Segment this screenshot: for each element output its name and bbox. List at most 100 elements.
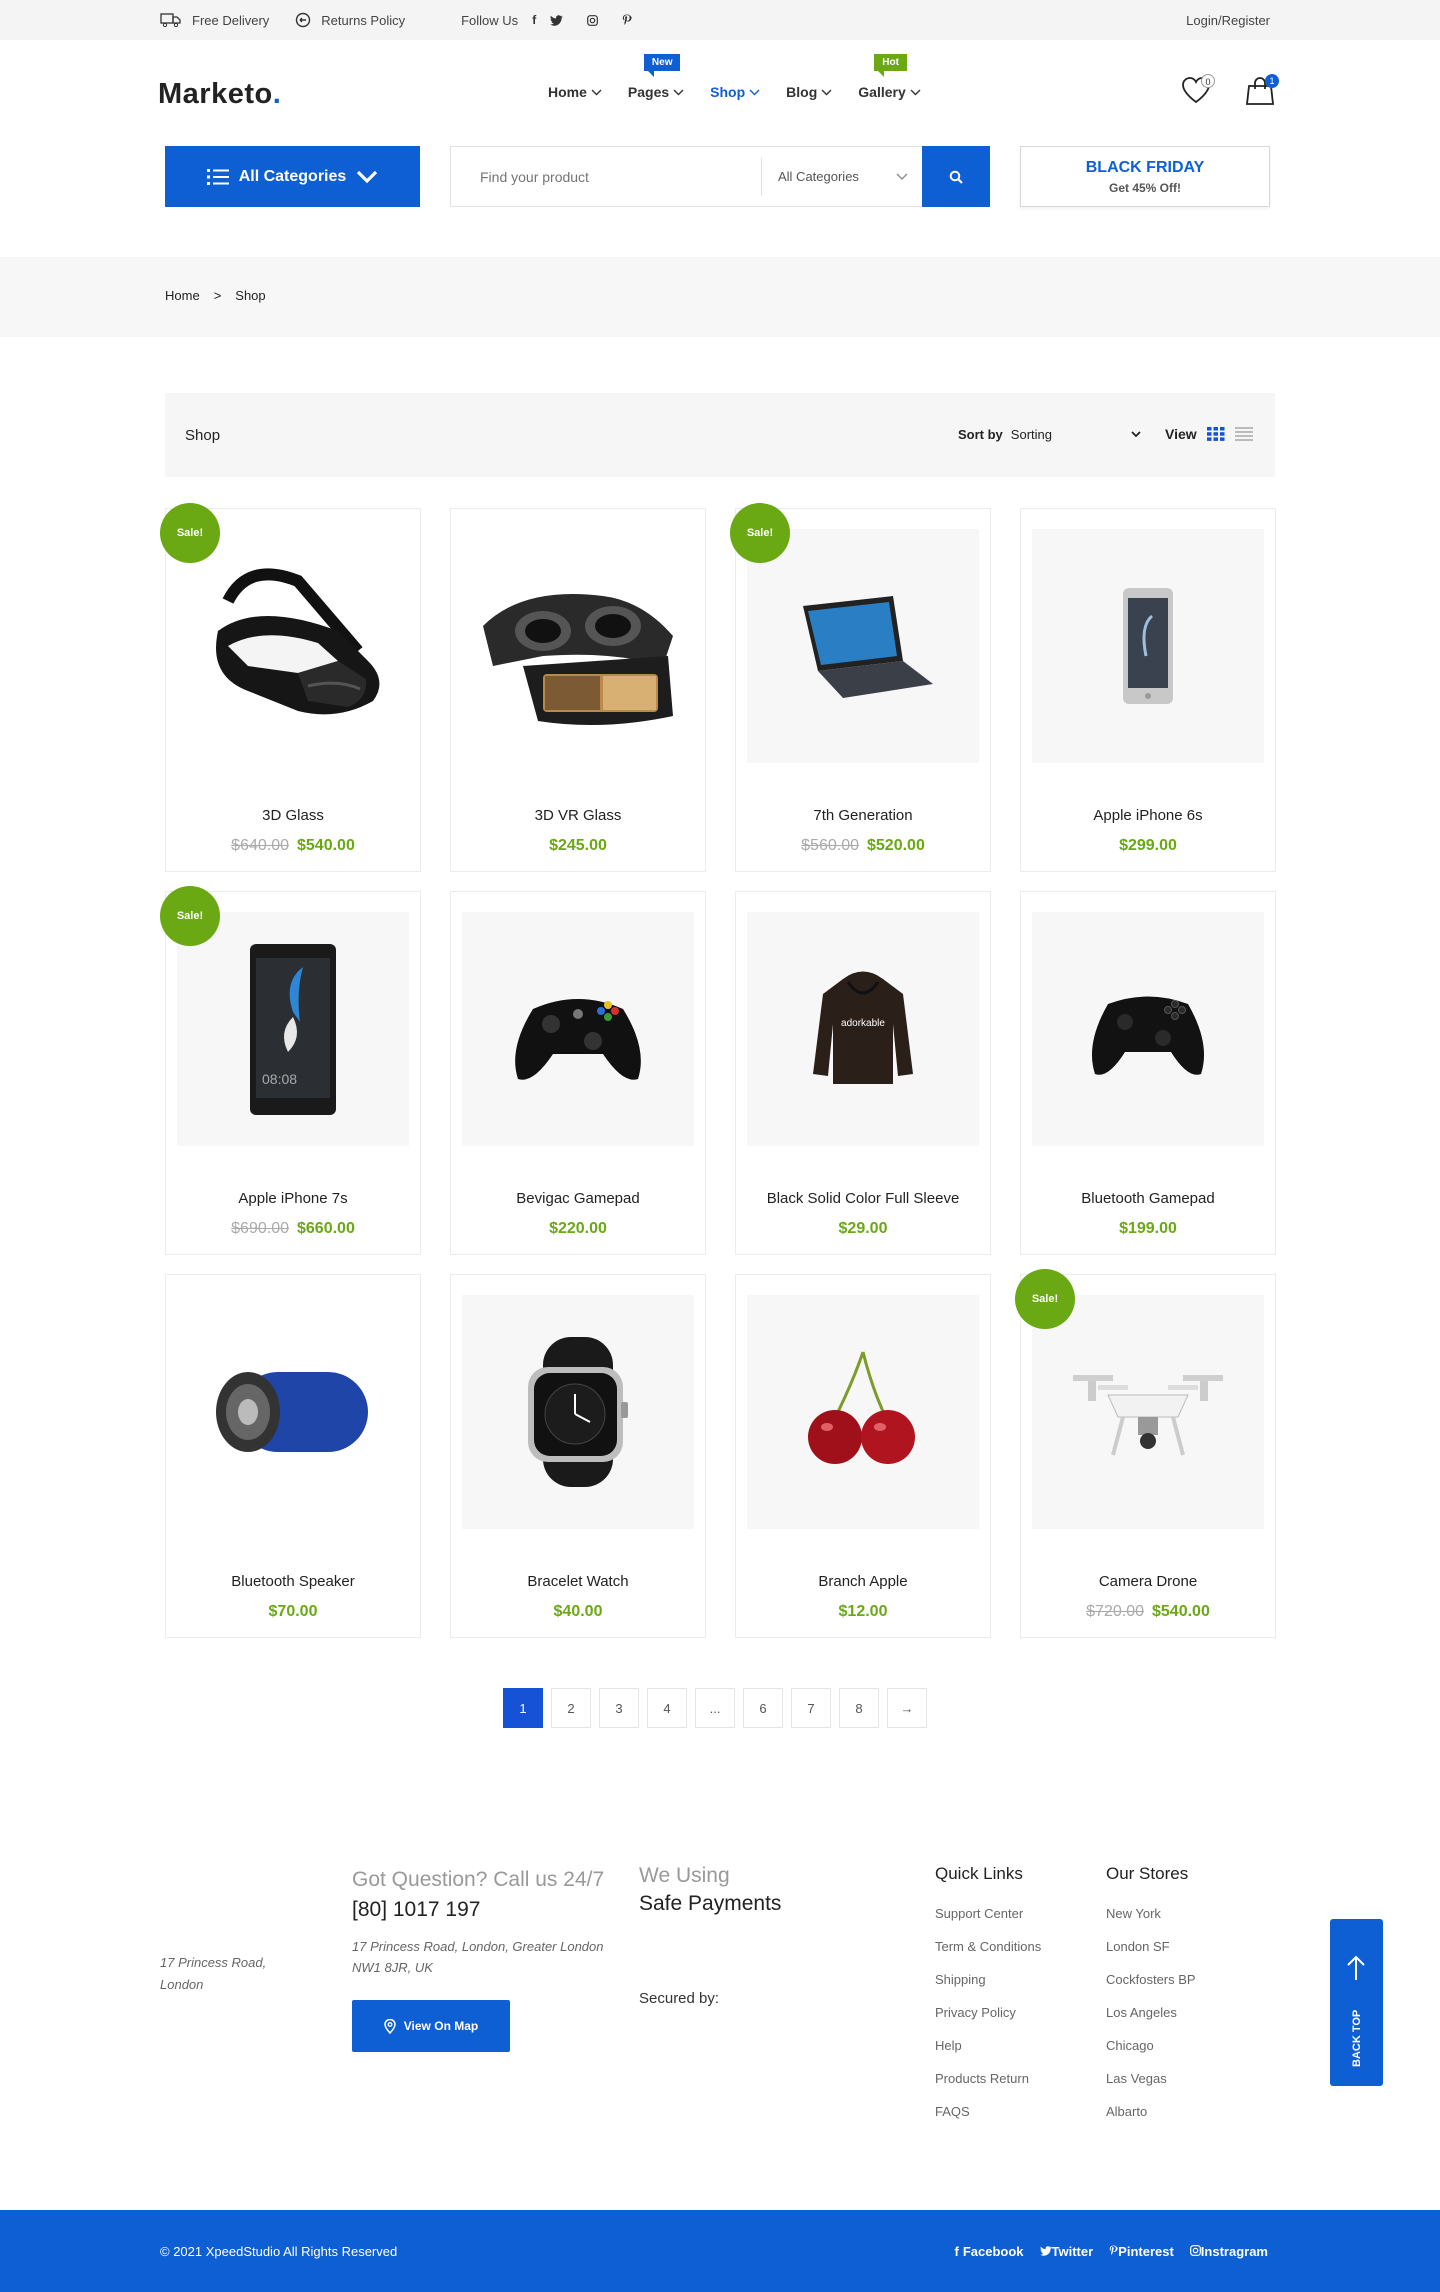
product-name[interactable]: 3D Glass (166, 807, 420, 824)
page-7[interactable]: 7 (791, 1688, 831, 1728)
drone-image (1073, 1375, 1223, 1456)
view-on-map-button[interactable]: View On Map (352, 2000, 510, 2052)
product-name[interactable]: Branch Apple (736, 1573, 990, 1590)
twitter-icon[interactable] (550, 14, 563, 26)
chevron-down-icon (1131, 431, 1141, 438)
store-link[interactable]: Chicago (1106, 2038, 1196, 2071)
product-image[interactable] (462, 912, 694, 1146)
product-image[interactable] (177, 1295, 409, 1529)
product-name[interactable]: Bracelet Watch (451, 1573, 705, 1590)
all-categories-button[interactable]: All Categories (165, 146, 420, 207)
cart-button[interactable]: 1 (1245, 74, 1279, 106)
product-card[interactable]: 7th Generation $560.00 $520.00 (735, 508, 991, 872)
product-old-price: $560.00 (801, 837, 859, 854)
back-to-top-button[interactable]: BACK TOP (1330, 1919, 1383, 2086)
store-link[interactable]: Los Angeles (1106, 2005, 1196, 2038)
nav-shop[interactable]: Shop (710, 84, 760, 100)
product-card[interactable]: 3D Glass $640.00 $540.00 (165, 508, 421, 872)
product-card[interactable]: adorkable Black Solid Color Full Sleeve … (735, 891, 991, 1255)
product-card[interactable]: Bevigac Gamepad $220.00 (450, 891, 706, 1255)
footer-pinterest-link[interactable]: Pinterest (1109, 2244, 1174, 2259)
page-3[interactable]: 3 (599, 1688, 639, 1728)
product-name[interactable]: Apple iPhone 6s (1021, 807, 1275, 824)
pinterest-icon[interactable] (622, 14, 632, 26)
product-name[interactable]: Camera Drone (1021, 1573, 1275, 1590)
product-image[interactable] (1032, 1295, 1264, 1529)
page-8[interactable]: 8 (839, 1688, 879, 1728)
nav-home[interactable]: Home (548, 84, 602, 100)
product-image[interactable] (462, 1295, 694, 1529)
product-image[interactable]: 08:08 (177, 912, 409, 1146)
nav-pages[interactable]: New Pages (628, 54, 684, 100)
free-delivery-link[interactable]: Free Delivery (160, 13, 269, 28)
login-register-link[interactable]: Login/Register (1186, 13, 1270, 28)
store-link[interactable]: Cockfosters BP (1106, 1972, 1196, 2005)
product-image[interactable] (1032, 912, 1264, 1146)
grid-view-icon[interactable] (1206, 427, 1225, 441)
product-card[interactable]: Branch Apple $12.00 (735, 1274, 991, 1638)
product-old-price: $720.00 (1086, 1603, 1144, 1620)
sort-select[interactable]: Sorting (1011, 427, 1141, 442)
search-input[interactable] (451, 147, 761, 206)
product-image[interactable]: adorkable (747, 912, 979, 1146)
store-link[interactable]: Albarto (1106, 2104, 1196, 2137)
quick-link[interactable]: Help (935, 2038, 1041, 2071)
store-link[interactable]: Las Vegas (1106, 2071, 1196, 2104)
category-select[interactable]: All Categories (762, 169, 922, 184)
quick-link[interactable]: Products Return (935, 2071, 1041, 2104)
quick-link[interactable]: FAQS (935, 2104, 1041, 2137)
footer-twitter-link[interactable]: Twitter (1039, 2244, 1093, 2259)
product-card[interactable]: Bluetooth Gamepad $199.00 (1020, 891, 1276, 1255)
site-logo[interactable]: Marketo. (158, 78, 281, 111)
wishlist-button[interactable]: 0 (1181, 74, 1215, 106)
product-name[interactable]: Black Solid Color Full Sleeve (736, 1190, 990, 1207)
product-image[interactable] (747, 529, 979, 763)
footer-phone[interactable]: [80] 1017 197 (352, 1898, 622, 1922)
product-name[interactable]: Apple iPhone 7s (166, 1190, 420, 1207)
product-name[interactable]: Bluetooth Speaker (166, 1573, 420, 1590)
product-card[interactable]: Camera Drone $720.00 $540.00 (1020, 1274, 1276, 1638)
page-2[interactable]: 2 (551, 1688, 591, 1728)
product-card[interactable]: 08:08 Apple iPhone 7s $690.00 $660.00 (165, 891, 421, 1255)
product-card[interactable]: Bracelet Watch $40.00 (450, 1274, 706, 1638)
search-button[interactable] (922, 146, 990, 207)
chevron-down-icon (910, 89, 921, 95)
facebook-icon[interactable]: f (532, 13, 536, 27)
next-page-button[interactable]: → (887, 1688, 927, 1728)
page-6[interactable]: 6 (743, 1688, 783, 1728)
returns-policy-link[interactable]: Returns Policy (295, 12, 405, 28)
nav-blog[interactable]: Blog (786, 84, 832, 100)
quick-link[interactable]: Support Center (935, 1906, 1041, 1939)
product-card[interactable]: Bluetooth Speaker $70.00 (165, 1274, 421, 1638)
black-friday-promo[interactable]: BLACK FRIDAY Get 45% Off! (1020, 146, 1270, 207)
footer-contact: Got Question? Call us 24/7 [80] 1017 197… (352, 1868, 622, 2052)
back-to-top-label: BACK TOP (1351, 2009, 1363, 2067)
page-1[interactable]: 1 (503, 1688, 543, 1728)
product-name[interactable]: Bluetooth Gamepad (1021, 1190, 1275, 1207)
list-view-icon[interactable] (1234, 427, 1253, 441)
secured-by-label: Secured by: (639, 1990, 720, 2007)
product-image[interactable] (177, 529, 409, 763)
category-select-value: All Categories (778, 169, 859, 184)
quick-link[interactable]: Term & Conditions (935, 1939, 1041, 1972)
search-form: All Categories (450, 146, 990, 207)
quick-link[interactable]: Privacy Policy (935, 2005, 1041, 2038)
breadcrumb-home[interactable]: Home (165, 288, 200, 303)
quick-links: Quick Links Support Center Term & Condit… (935, 1864, 1041, 2137)
product-name[interactable]: 3D VR Glass (451, 807, 705, 824)
product-image[interactable] (1032, 529, 1264, 763)
instagram-icon[interactable] (587, 14, 599, 26)
store-link[interactable]: London SF (1106, 1939, 1196, 1972)
product-name[interactable]: Bevigac Gamepad (451, 1190, 705, 1207)
footer-facebook-link[interactable]: f Facebook (954, 2244, 1023, 2259)
quick-link[interactable]: Shipping (935, 1972, 1041, 2005)
footer-instagram-link[interactable]: Instragram (1189, 2244, 1268, 2259)
store-link[interactable]: New York (1106, 1906, 1196, 1939)
product-card[interactable]: Apple iPhone 6s $299.00 (1020, 508, 1276, 872)
page-4[interactable]: 4 (647, 1688, 687, 1728)
nav-gallery[interactable]: Hot Gallery (858, 54, 921, 100)
product-card[interactable]: 3D VR Glass $245.00 (450, 508, 706, 872)
product-image[interactable] (462, 529, 694, 763)
product-name[interactable]: 7th Generation (736, 807, 990, 824)
product-image[interactable] (747, 1295, 979, 1529)
